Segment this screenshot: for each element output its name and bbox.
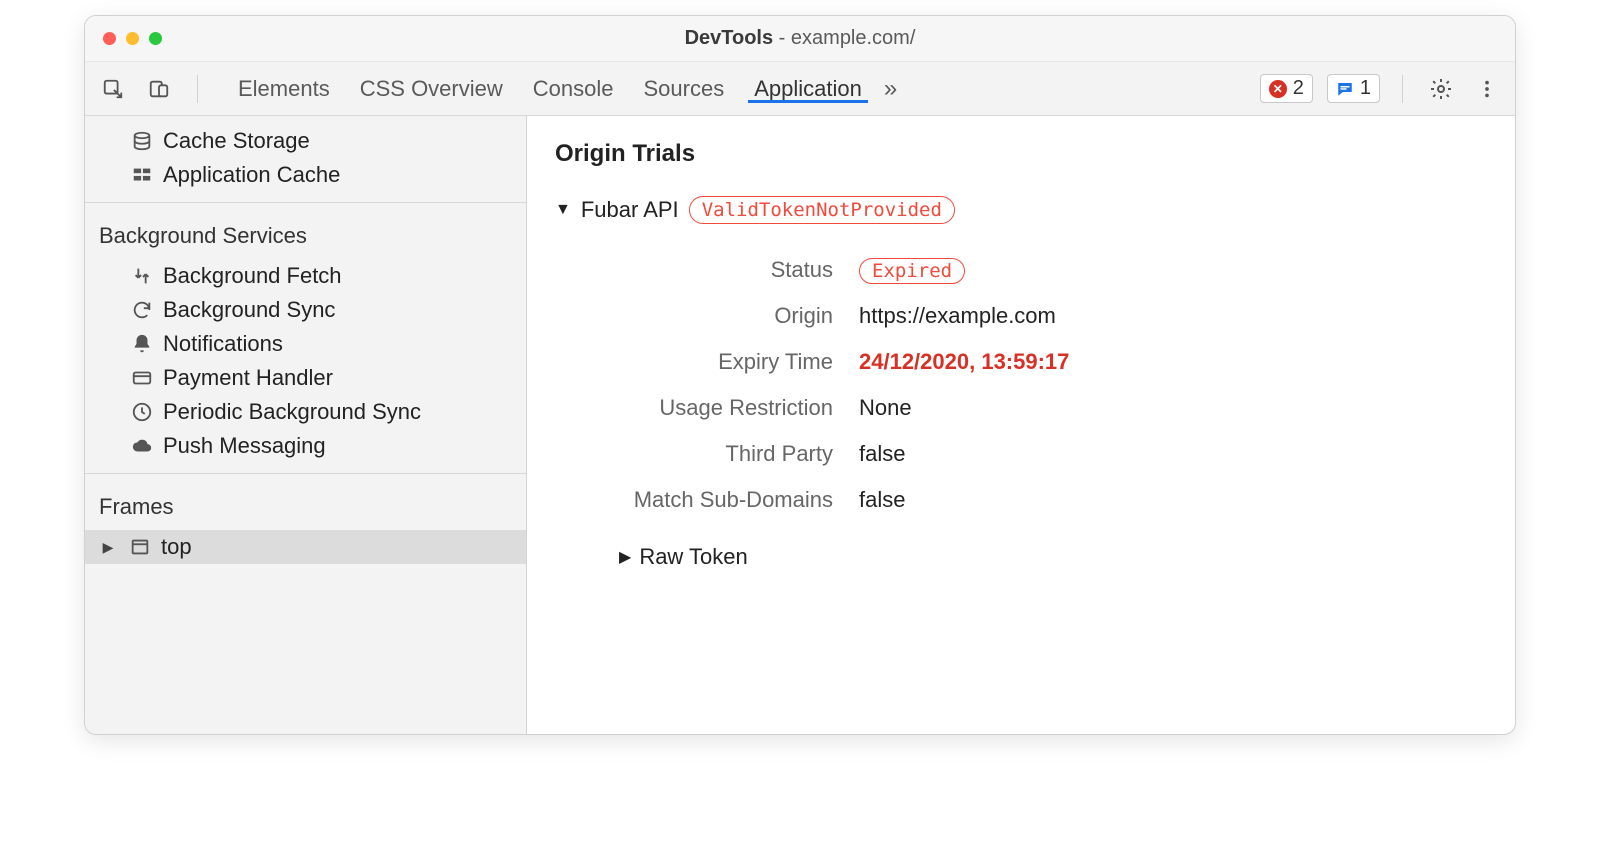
tab-css-overview[interactable]: CSS Overview	[360, 76, 503, 102]
sync-icon	[131, 299, 153, 321]
trial-name: Fubar API	[581, 197, 679, 223]
panel-heading: Origin Trials	[555, 140, 1487, 168]
window-title-app: DevTools	[685, 27, 774, 49]
row-origin: Origin https://example.com	[599, 296, 1487, 336]
device-toolbar-icon[interactable]	[143, 73, 175, 105]
trial-details: Status Expired Origin https://example.co…	[599, 250, 1487, 570]
devtools-toolbar: Elements CSS Overview Console Sources Ap…	[85, 62, 1515, 116]
row-usage: Usage Restriction None	[599, 388, 1487, 428]
sidebar-header-bg-services: Background Services	[85, 217, 526, 259]
sidebar-item-label: Application Cache	[163, 162, 340, 188]
tab-label: CSS Overview	[360, 76, 503, 102]
sidebar-frames-block: Frames ▶ top	[85, 473, 526, 574]
tab-console[interactable]: Console	[533, 76, 614, 102]
application-sidebar: Cache Storage Application Cache Backgrou…	[85, 116, 527, 734]
sidebar-item-label: Cache Storage	[163, 128, 310, 154]
sidebar-item-push-messaging[interactable]: Push Messaging	[85, 429, 526, 463]
sidebar-header-frames: Frames	[85, 488, 526, 530]
sidebar-item-label: Notifications	[163, 331, 283, 357]
minimize-window-button[interactable]	[126, 32, 139, 45]
stack-icon	[131, 130, 153, 152]
message-icon	[1336, 80, 1354, 98]
sidebar-item-background-fetch[interactable]: Background Fetch	[85, 259, 526, 293]
close-window-button[interactable]	[103, 32, 116, 45]
caret-down-icon[interactable]: ▼	[555, 201, 571, 219]
window-titlebar: DevTools - example.com/	[85, 16, 1515, 62]
card-icon	[131, 367, 153, 389]
sidebar-item-label: Payment Handler	[163, 365, 333, 391]
sidebar-cache-block: Cache Storage Application Cache	[85, 124, 526, 202]
row-expiry: Expiry Time 24/12/2020, 13:59:17	[599, 342, 1487, 382]
tab-label: Sources	[643, 76, 724, 102]
value-third-party: false	[859, 441, 905, 467]
sidebar-bg-services-block: Background Services Background Fetch Bac…	[85, 202, 526, 473]
value-sub-domains: false	[859, 487, 905, 513]
caret-right-icon[interactable]: ▶	[103, 539, 113, 556]
inspect-element-icon[interactable]	[97, 73, 129, 105]
tab-elements[interactable]: Elements	[238, 76, 330, 102]
sidebar-item-label: Push Messaging	[163, 433, 326, 459]
toolbar-divider	[1402, 75, 1403, 103]
panel-tabs: Elements CSS Overview Console Sources Ap…	[238, 76, 862, 102]
raw-token-label: Raw Token	[639, 544, 747, 570]
error-icon: ✕	[1269, 80, 1287, 98]
window-title-url: example.com/	[791, 27, 916, 49]
trial-status-badge: ValidTokenNotProvided	[689, 196, 955, 224]
tab-label: Console	[533, 76, 614, 102]
cloud-icon	[131, 435, 153, 457]
tab-label: Application	[754, 76, 862, 102]
sidebar-item-application-cache[interactable]: Application Cache	[85, 158, 526, 192]
bell-icon	[131, 333, 153, 355]
window-title: DevTools - example.com/	[85, 27, 1515, 50]
clock-icon	[131, 401, 153, 423]
label-third-party: Third Party	[599, 441, 859, 467]
row-third-party: Third Party false	[599, 434, 1487, 474]
tab-application[interactable]: Application	[754, 76, 862, 102]
sidebar-item-frame-top[interactable]: ▶ top	[85, 530, 526, 564]
trial-node[interactable]: ▼ Fubar API ValidTokenNotProvided	[555, 196, 1487, 224]
sidebar-item-periodic-sync[interactable]: Periodic Background Sync	[85, 395, 526, 429]
frame-icon	[129, 536, 151, 558]
sidebar-item-label: Periodic Background Sync	[163, 399, 421, 425]
sidebar-item-label: Background Sync	[163, 297, 335, 323]
messages-count: 1	[1360, 77, 1371, 100]
row-sub-domains: Match Sub-Domains false	[599, 480, 1487, 520]
zoom-window-button[interactable]	[149, 32, 162, 45]
label-expiry: Expiry Time	[599, 349, 859, 375]
panel-body: Cache Storage Application Cache Backgrou…	[85, 116, 1515, 734]
toolbar-divider	[197, 75, 198, 103]
messages-pill[interactable]: 1	[1327, 74, 1380, 103]
settings-gear-icon[interactable]	[1425, 73, 1457, 105]
devtools-window: DevTools - example.com/ Elements CSS Ove…	[84, 15, 1516, 735]
raw-token-node[interactable]: ▶ Raw Token	[619, 544, 1487, 570]
errors-count: 2	[1293, 77, 1304, 100]
label-origin: Origin	[599, 303, 859, 329]
label-status: Status	[599, 257, 859, 283]
sidebar-item-label: top	[161, 534, 192, 560]
row-status: Status Expired	[599, 250, 1487, 290]
origin-trials-panel: Origin Trials ▼ Fubar API ValidTokenNotP…	[527, 116, 1515, 734]
sidebar-item-background-sync[interactable]: Background Sync	[85, 293, 526, 327]
window-title-sep: -	[773, 27, 791, 49]
tab-sources[interactable]: Sources	[643, 76, 724, 102]
status-badge: Expired	[859, 258, 965, 284]
more-menu-icon[interactable]	[1471, 73, 1503, 105]
label-sub-domains: Match Sub-Domains	[599, 487, 859, 513]
caret-right-icon[interactable]: ▶	[619, 547, 631, 567]
tab-label: Elements	[238, 76, 330, 102]
sidebar-item-notifications[interactable]: Notifications	[85, 327, 526, 361]
tabs-overflow-icon[interactable]: »	[876, 75, 905, 103]
label-usage: Usage Restriction	[599, 395, 859, 421]
errors-pill[interactable]: ✕ 2	[1260, 74, 1313, 103]
sidebar-item-cache-storage[interactable]: Cache Storage	[85, 124, 526, 158]
grid-icon	[131, 164, 153, 186]
sidebar-item-payment-handler[interactable]: Payment Handler	[85, 361, 526, 395]
traffic-lights	[85, 32, 162, 45]
value-origin: https://example.com	[859, 303, 1056, 329]
value-usage: None	[859, 395, 912, 421]
fetch-icon	[131, 265, 153, 287]
value-expiry: 24/12/2020, 13:59:17	[859, 349, 1069, 375]
sidebar-item-label: Background Fetch	[163, 263, 342, 289]
